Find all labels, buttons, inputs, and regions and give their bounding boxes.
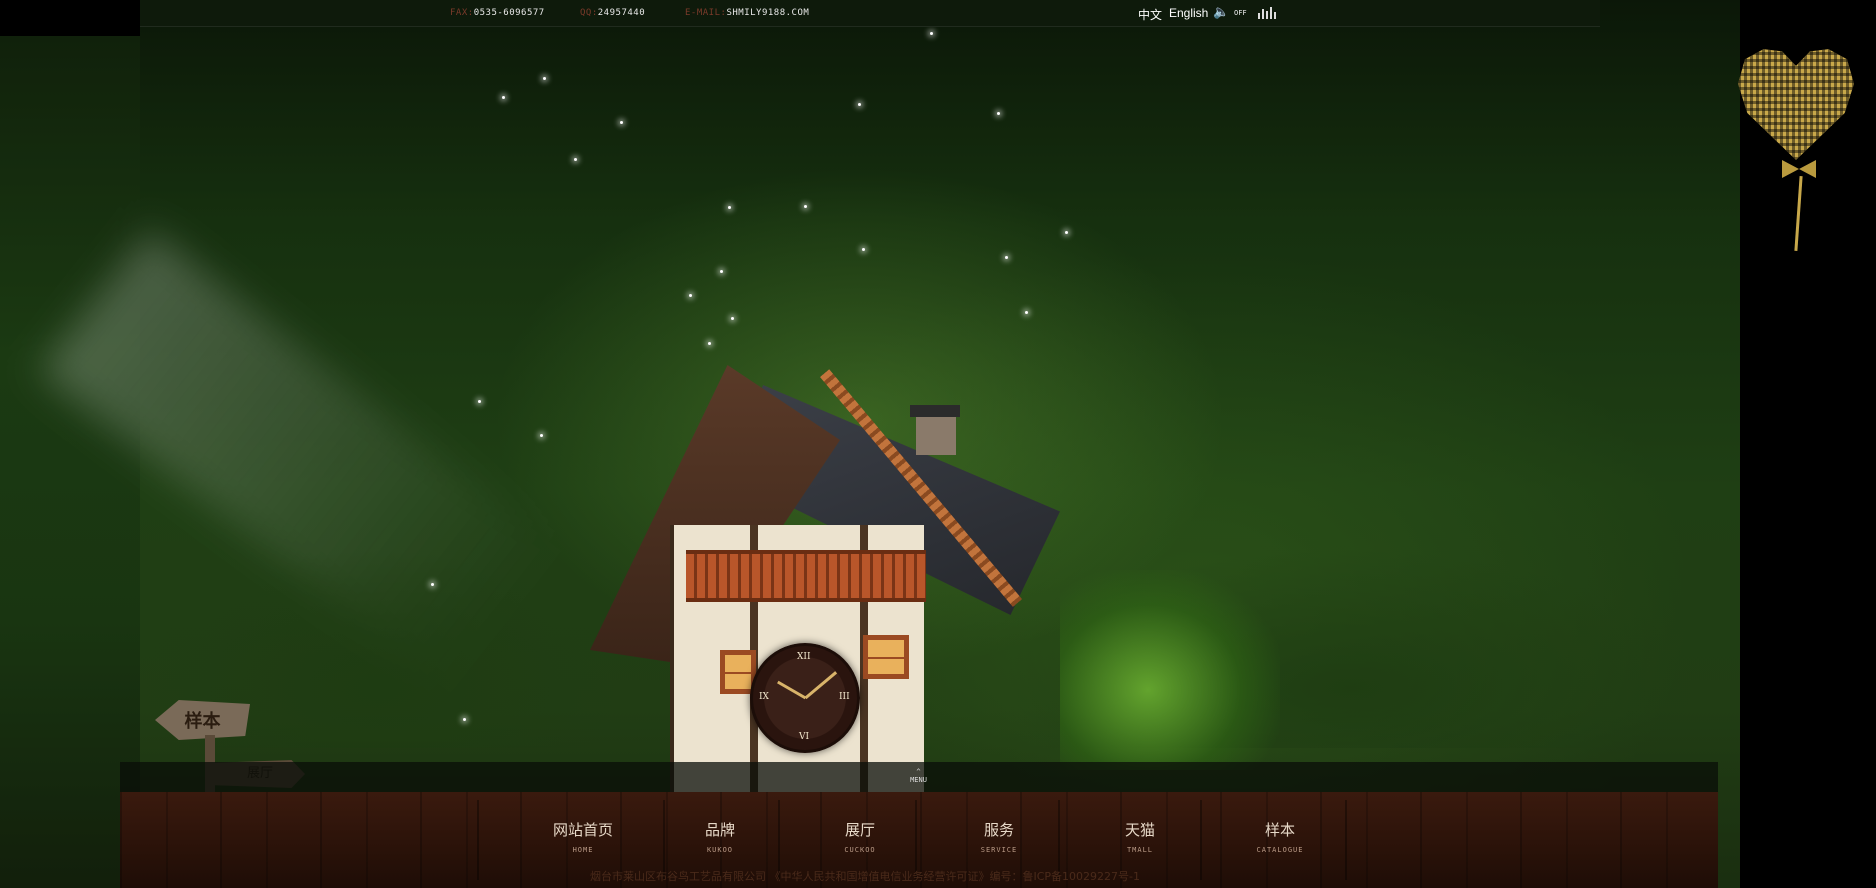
top-contact-bar: FAX:0535-6096577 QQ:24957440 E-MAIL:SHMI… — [140, 0, 1600, 27]
signpost-catalogue[interactable]: 样本 — [155, 700, 250, 740]
nav-item-tmall[interactable]: 天猫 TMALL — [1085, 820, 1195, 854]
nav-item-home[interactable]: 网站首页 HOME — [528, 820, 638, 854]
nav-separator — [477, 800, 479, 880]
qq-value: 24957440 — [597, 8, 646, 18]
footer-copyright: 烟台市莱山区布谷鸟工艺品有限公司 《中华人民共和国增值电信业务经营许可证》编号：… — [590, 870, 1141, 883]
sparkle — [728, 206, 731, 209]
sparkle — [620, 121, 623, 124]
sparkle — [708, 342, 711, 345]
house-chimney — [910, 405, 960, 455]
fax-info: FAX:0535-6096577 — [450, 8, 545, 18]
sparkle — [574, 158, 577, 161]
clock-numeral: III — [839, 692, 850, 702]
signpost[interactable]: 样本 展厅 — [155, 700, 305, 795]
clock-numeral: IX — [759, 692, 769, 702]
cuckoo-house: XII III VI IX — [580, 365, 1100, 795]
balloon-string — [1794, 175, 1803, 252]
sparkle — [1065, 231, 1068, 234]
sparkle — [689, 294, 692, 297]
sparkle — [731, 317, 734, 320]
sparkle — [478, 400, 481, 403]
email-label: E-MAIL: — [685, 8, 727, 18]
sparkle — [540, 434, 543, 437]
nav-separator — [1345, 800, 1347, 880]
qr-code-balloon[interactable] — [1738, 48, 1858, 253]
sound-toggle[interactable]: OFF — [1234, 9, 1247, 17]
nav-separator — [1200, 800, 1202, 880]
menu-label: MENU — [910, 776, 927, 784]
sparkle — [543, 77, 546, 80]
left-panel — [0, 0, 140, 888]
sparkle — [720, 270, 723, 273]
nav-item-label: 服务 — [983, 821, 1014, 839]
clock-minute-hand — [804, 671, 838, 700]
menu-toggle-button[interactable]: ^ MENU — [906, 768, 931, 784]
email-info: E-MAIL:SHMILY9188.COM — [685, 8, 809, 18]
nav-item-sublabel: TMALL — [1126, 846, 1154, 854]
fax-label: FAX: — [450, 8, 474, 18]
clock-numeral: VI — [799, 732, 810, 742]
sparkle — [431, 583, 434, 586]
nav-item-sublabel: HOME — [572, 846, 594, 854]
qq-label: QQ: — [580, 8, 598, 18]
clock-numeral: XII — [797, 652, 811, 662]
left-top-bar — [0, 0, 140, 36]
sparkle — [804, 205, 807, 208]
foliage — [1060, 570, 1280, 770]
speaker-icon[interactable]: 🔈 — [1213, 5, 1229, 20]
equalizer-icon[interactable] — [1257, 7, 1277, 22]
house-balcony — [686, 550, 926, 602]
qq-info: QQ:24957440 — [580, 8, 645, 18]
nav-item-showroom[interactable]: 展厅 CUCKOO — [805, 820, 915, 854]
sparkle — [997, 112, 1000, 115]
nav-item-sublabel: CATALOGUE — [1256, 846, 1304, 854]
clock-hour-hand — [777, 680, 807, 700]
nav-item-sublabel: CUCKOO — [844, 846, 876, 854]
house-window — [863, 635, 909, 679]
sparkle — [862, 248, 865, 251]
fax-value: 0535-6096577 — [473, 8, 545, 18]
nav-item-label: 样本 — [1264, 821, 1295, 839]
sparkle — [1005, 256, 1008, 259]
nav-item-service[interactable]: 服务 SERVICE — [944, 820, 1054, 854]
nav-item-label: 网站首页 — [552, 821, 613, 839]
nav-item-label: 品牌 — [704, 821, 735, 839]
chevron-up-icon: ^ — [916, 768, 921, 776]
lang-chinese-link[interactable]: 中文 — [1138, 6, 1162, 23]
sparkle — [502, 96, 505, 99]
sparkle — [930, 32, 933, 35]
sparkle — [463, 718, 466, 721]
sparkle — [1025, 311, 1028, 314]
nav-item-sublabel: SERVICE — [980, 846, 1018, 854]
nav-item-brand[interactable]: 品牌 KUKOO — [665, 820, 775, 854]
nav-item-label: 展厅 — [844, 821, 875, 839]
email-value[interactable]: SHMILY9188.COM — [726, 8, 809, 18]
sparkle — [858, 103, 861, 106]
nav-item-sublabel: KUKOO — [706, 846, 734, 854]
qr-code-icon — [1738, 49, 1854, 160]
lang-english-link[interactable]: English — [1169, 6, 1208, 20]
nav-item-catalogue[interactable]: 样本 CATALOGUE — [1225, 820, 1335, 854]
cuckoo-clock-face: XII III VI IX — [750, 643, 860, 753]
nav-item-label: 天猫 — [1124, 821, 1155, 839]
